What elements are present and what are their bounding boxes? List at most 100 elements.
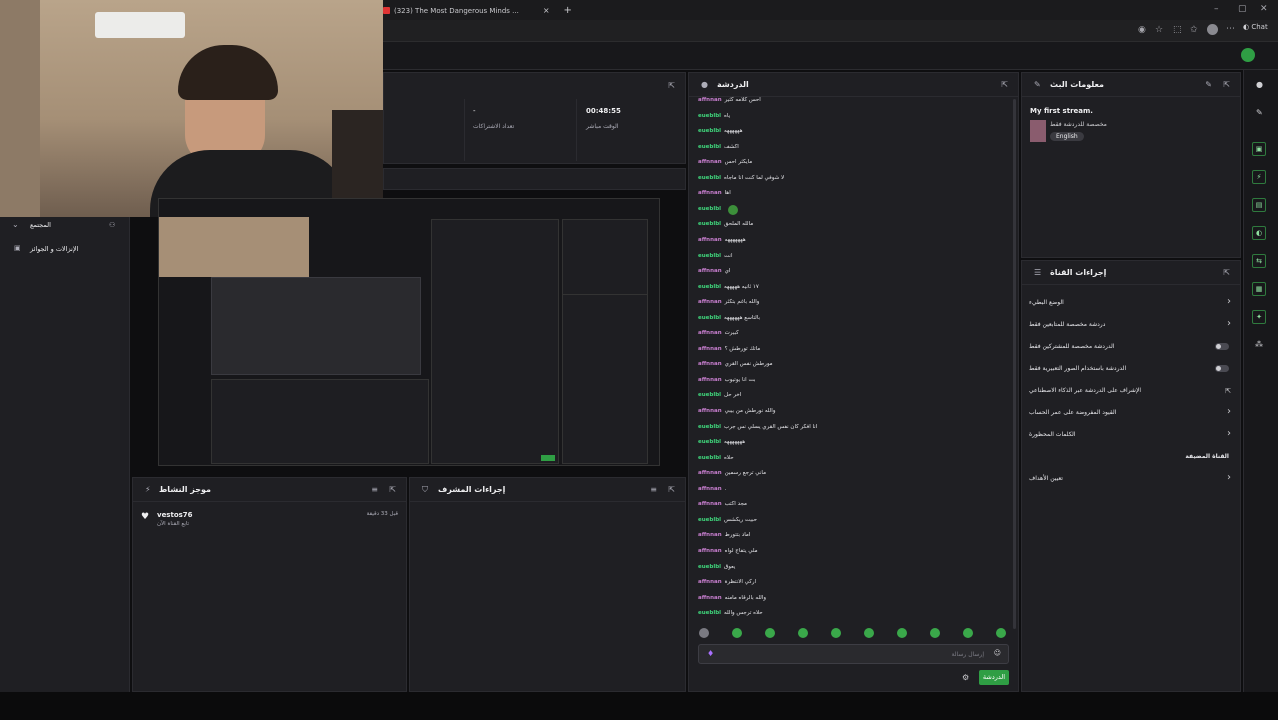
browser-tab[interactable]: (323) The Most Dangerous Minds ... × + (383, 3, 572, 18)
add-widget-icon[interactable]: ⁂ (1255, 340, 1263, 349)
chat-username[interactable]: affnnan (698, 346, 722, 352)
chat-username[interactable]: eueblbl (698, 392, 721, 398)
category-name[interactable]: مخصصة للدردشة فقط (1050, 121, 1107, 128)
extension-icon[interactable]: ◉ (1138, 25, 1146, 35)
chat-username[interactable]: eueblbl (698, 610, 721, 616)
emote-icon[interactable] (996, 628, 1006, 638)
new-tab-icon[interactable]: + (564, 5, 572, 16)
chat-username[interactable]: eueblbl (698, 439, 721, 445)
close-tab-icon[interactable]: × (543, 6, 550, 15)
activity-user[interactable]: vestos76 (157, 511, 193, 519)
filter-icon[interactable]: ≡ (371, 485, 378, 494)
chat-username[interactable]: affnnan (698, 159, 722, 165)
chat-username[interactable]: affnnan (698, 579, 722, 585)
nav-community[interactable]: المجتمع (30, 221, 51, 229)
rail-grid-icon[interactable]: ▦ (1252, 282, 1266, 296)
chat-username[interactable]: affnnan (698, 595, 722, 601)
emote-icon[interactable] (963, 628, 973, 638)
rail-lightning-icon[interactable]: ⚡ (1252, 170, 1266, 184)
popout-icon[interactable]: ⇱ (1223, 268, 1230, 277)
emote-icon[interactable] (930, 628, 940, 638)
popout-icon[interactable]: ⇱ (668, 485, 675, 494)
chat-username[interactable]: eueblbl (698, 175, 721, 181)
chat-username[interactable]: affnnan (698, 470, 722, 476)
popout-icon[interactable]: ⇱ (668, 81, 675, 90)
chat-username[interactable]: affnnan (698, 237, 722, 243)
close-window-icon[interactable]: ✕ (1260, 4, 1268, 14)
minimize-icon[interactable]: – (1214, 4, 1219, 14)
chat-username[interactable]: eueblbl (698, 284, 721, 290)
favorites-icon[interactable]: ✩ (1190, 25, 1198, 35)
toggle-switch[interactable] (1215, 365, 1229, 372)
star-icon[interactable]: ☆ (1155, 25, 1163, 35)
more-icon[interactable]: ⋯ (1226, 24, 1235, 34)
chat-username[interactable]: eueblbl (698, 424, 721, 430)
emote-icon[interactable] (765, 628, 775, 638)
profile-avatar[interactable] (1207, 24, 1218, 35)
emote-icon[interactable] (699, 628, 709, 638)
pencil-icon[interactable]: ✎ (1256, 108, 1263, 117)
chat-username[interactable]: eueblbl (698, 455, 721, 461)
filter-icon[interactable]: ≡ (650, 485, 657, 494)
chat-username[interactable]: eueblbl (698, 315, 721, 321)
emote-icon[interactable] (897, 628, 907, 638)
chat-scrollbar[interactable] (1013, 99, 1016, 629)
popout-icon[interactable]: ⇱ (389, 485, 396, 494)
chat-username[interactable]: affnnan (698, 408, 722, 414)
chat-username[interactable]: affnnan (698, 486, 722, 492)
chat-username[interactable]: affnnan (698, 97, 722, 103)
rail-chat-icon[interactable]: ◐ (1252, 226, 1266, 240)
copilot-chat-button[interactable]: ◐ Chat (1243, 23, 1268, 31)
emote-icon[interactable] (798, 628, 808, 638)
channel-action-row[interactable]: الكلمات المحظورة › (1029, 428, 1235, 442)
channel-action-row[interactable]: الإشراف على الدردشة عبر الذكاء الاصطناعي… (1029, 384, 1235, 398)
emote-icon[interactable] (864, 628, 874, 638)
channel-action-row[interactable]: الدردشة باستخدام الصور التعبيرية فقط (1029, 362, 1235, 376)
chat-username[interactable]: eueblbl (698, 253, 721, 259)
chat-username[interactable]: eueblbl (698, 144, 721, 150)
collapse-chevron-icon[interactable]: ⌄ (12, 220, 19, 229)
chat-settings-icon[interactable]: ⚙ (962, 673, 969, 682)
chat-input[interactable]: ♦ إرسال رسالة ☺ (698, 644, 1009, 664)
chat-username[interactable]: eueblbl (698, 206, 721, 212)
chat-username[interactable]: affnnan (698, 330, 722, 336)
channel-action-row[interactable]: الدردشة مخصصة للمشتركين فقط (1029, 340, 1235, 354)
chat-username[interactable]: eueblbl (698, 113, 721, 119)
emote-icon[interactable] (732, 628, 742, 638)
chat-username[interactable]: affnnan (698, 268, 722, 274)
chat-username[interactable]: eueblbl (698, 221, 721, 227)
channel-action-row[interactable]: الوضع البطيء › (1029, 296, 1235, 310)
channel-action-row[interactable]: القيود المفروضة على عمر الحساب › (1029, 406, 1235, 420)
chat-username[interactable]: affnnan (698, 548, 722, 554)
language-tag[interactable]: English (1050, 132, 1084, 141)
chat-username[interactable]: eueblbl (698, 564, 721, 570)
chat-username[interactable]: eueblbl (698, 517, 721, 523)
rail-wrench-icon[interactable]: ✦ (1252, 310, 1266, 324)
bits-icon[interactable]: ♦ (707, 649, 714, 658)
nav-drops-rewards[interactable]: الإنزالات و الجوائز (30, 245, 78, 253)
popout-icon[interactable]: ⇱ (1001, 80, 1008, 89)
chat-username[interactable]: affnnan (698, 501, 722, 507)
info-icon[interactable]: ● (1256, 80, 1263, 89)
chat-username[interactable]: affnnan (698, 532, 722, 538)
channel-action-row[interactable]: دردشة مخصصة للمتابعين فقط › (1029, 318, 1235, 332)
chat-username[interactable]: affnnan (698, 377, 722, 383)
user-avatar[interactable] (1241, 48, 1255, 62)
chat-username[interactable]: eueblbl (698, 128, 721, 134)
emote-icon[interactable] (831, 628, 841, 638)
chat-username[interactable]: affnnan (698, 299, 722, 305)
maximize-icon[interactable]: ▢ (1238, 4, 1247, 14)
rail-list-icon[interactable]: ▤ (1252, 198, 1266, 212)
rail-video-icon[interactable]: ▣ (1252, 142, 1266, 156)
uptime-label: الوقت مباشر (586, 123, 619, 130)
rail-link-icon[interactable]: ⇆ (1252, 254, 1266, 268)
toggle-switch[interactable] (1215, 343, 1229, 350)
chat-username[interactable]: affnnan (698, 190, 722, 196)
chat-username[interactable]: affnnan (698, 361, 722, 367)
edit-icon[interactable]: ✎ (1205, 80, 1212, 89)
channel-action-row[interactable]: تعيين الأهداف › (1029, 472, 1235, 486)
emoji-icon[interactable]: ☺ (994, 649, 1001, 657)
popout-icon[interactable]: ⇱ (1223, 80, 1230, 89)
chat-send-button[interactable]: الدردشة (979, 670, 1009, 685)
puzzle-icon[interactable]: ⬚ (1173, 25, 1182, 35)
